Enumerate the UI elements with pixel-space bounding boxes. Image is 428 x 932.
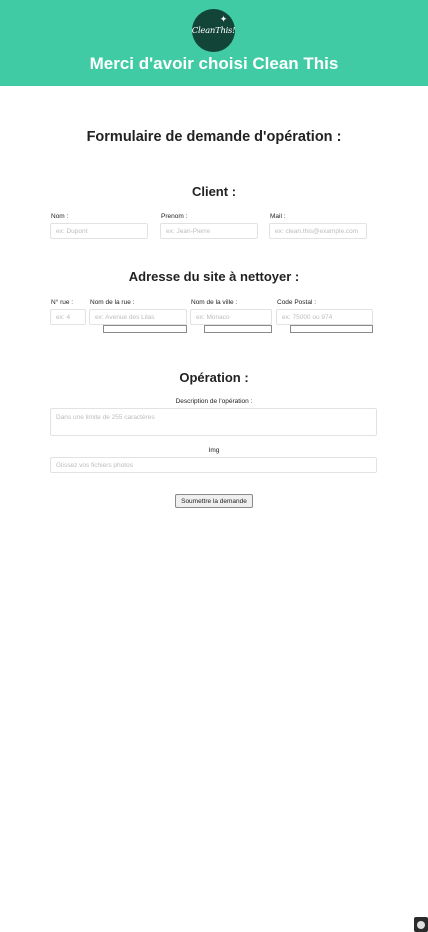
rue-input[interactable] — [89, 309, 187, 325]
code-postal-input[interactable] — [276, 309, 373, 325]
circle-icon — [417, 920, 425, 929]
rue-suggestion-box[interactable] — [103, 325, 187, 333]
header-title: Merci d'avoir choisi Clean This — [89, 54, 339, 73]
submit-button[interactable]: Soumettre la demande — [175, 494, 253, 508]
section-title-operation: Opération : — [179, 370, 249, 385]
num-rue-input[interactable] — [50, 309, 86, 325]
prenom-input[interactable] — [160, 223, 258, 239]
extension-icon[interactable] — [414, 917, 428, 932]
mail-label: Mail : — [270, 213, 286, 220]
ville-suggestion-box[interactable] — [204, 325, 272, 333]
app-header: ✦ CleanThis! Merci d'avoir choisi Clean … — [0, 0, 428, 86]
num-rue-label: N° rue : — [51, 299, 74, 306]
img-dropzone-input[interactable] — [50, 457, 377, 473]
code-postal-label: Code Postal : — [277, 299, 317, 306]
description-textarea[interactable] — [50, 408, 377, 436]
mail-input[interactable] — [269, 223, 367, 239]
img-label: Img — [208, 447, 220, 454]
ville-label: Nom de la ville : — [191, 299, 238, 306]
sparkle-icon: ✦ — [219, 15, 228, 25]
section-title-adresse: Adresse du site à nettoyer : — [128, 269, 300, 284]
section-title-client: Client : — [191, 184, 237, 199]
clean-this-logo: ✦ CleanThis! — [191, 9, 236, 52]
nom-input[interactable] — [50, 223, 148, 239]
code-postal-suggestion-box[interactable] — [290, 325, 373, 333]
prenom-label: Prenom : — [161, 213, 188, 220]
form-title: Formulaire de demande d'opération : — [86, 129, 342, 145]
rue-label: Nom de la rue : — [90, 299, 135, 306]
description-label: Description de l'opération : — [175, 398, 253, 405]
logo-text: CleanThis! — [191, 25, 236, 36]
ville-input[interactable] — [190, 309, 272, 325]
nom-label: Nom : — [51, 213, 69, 220]
